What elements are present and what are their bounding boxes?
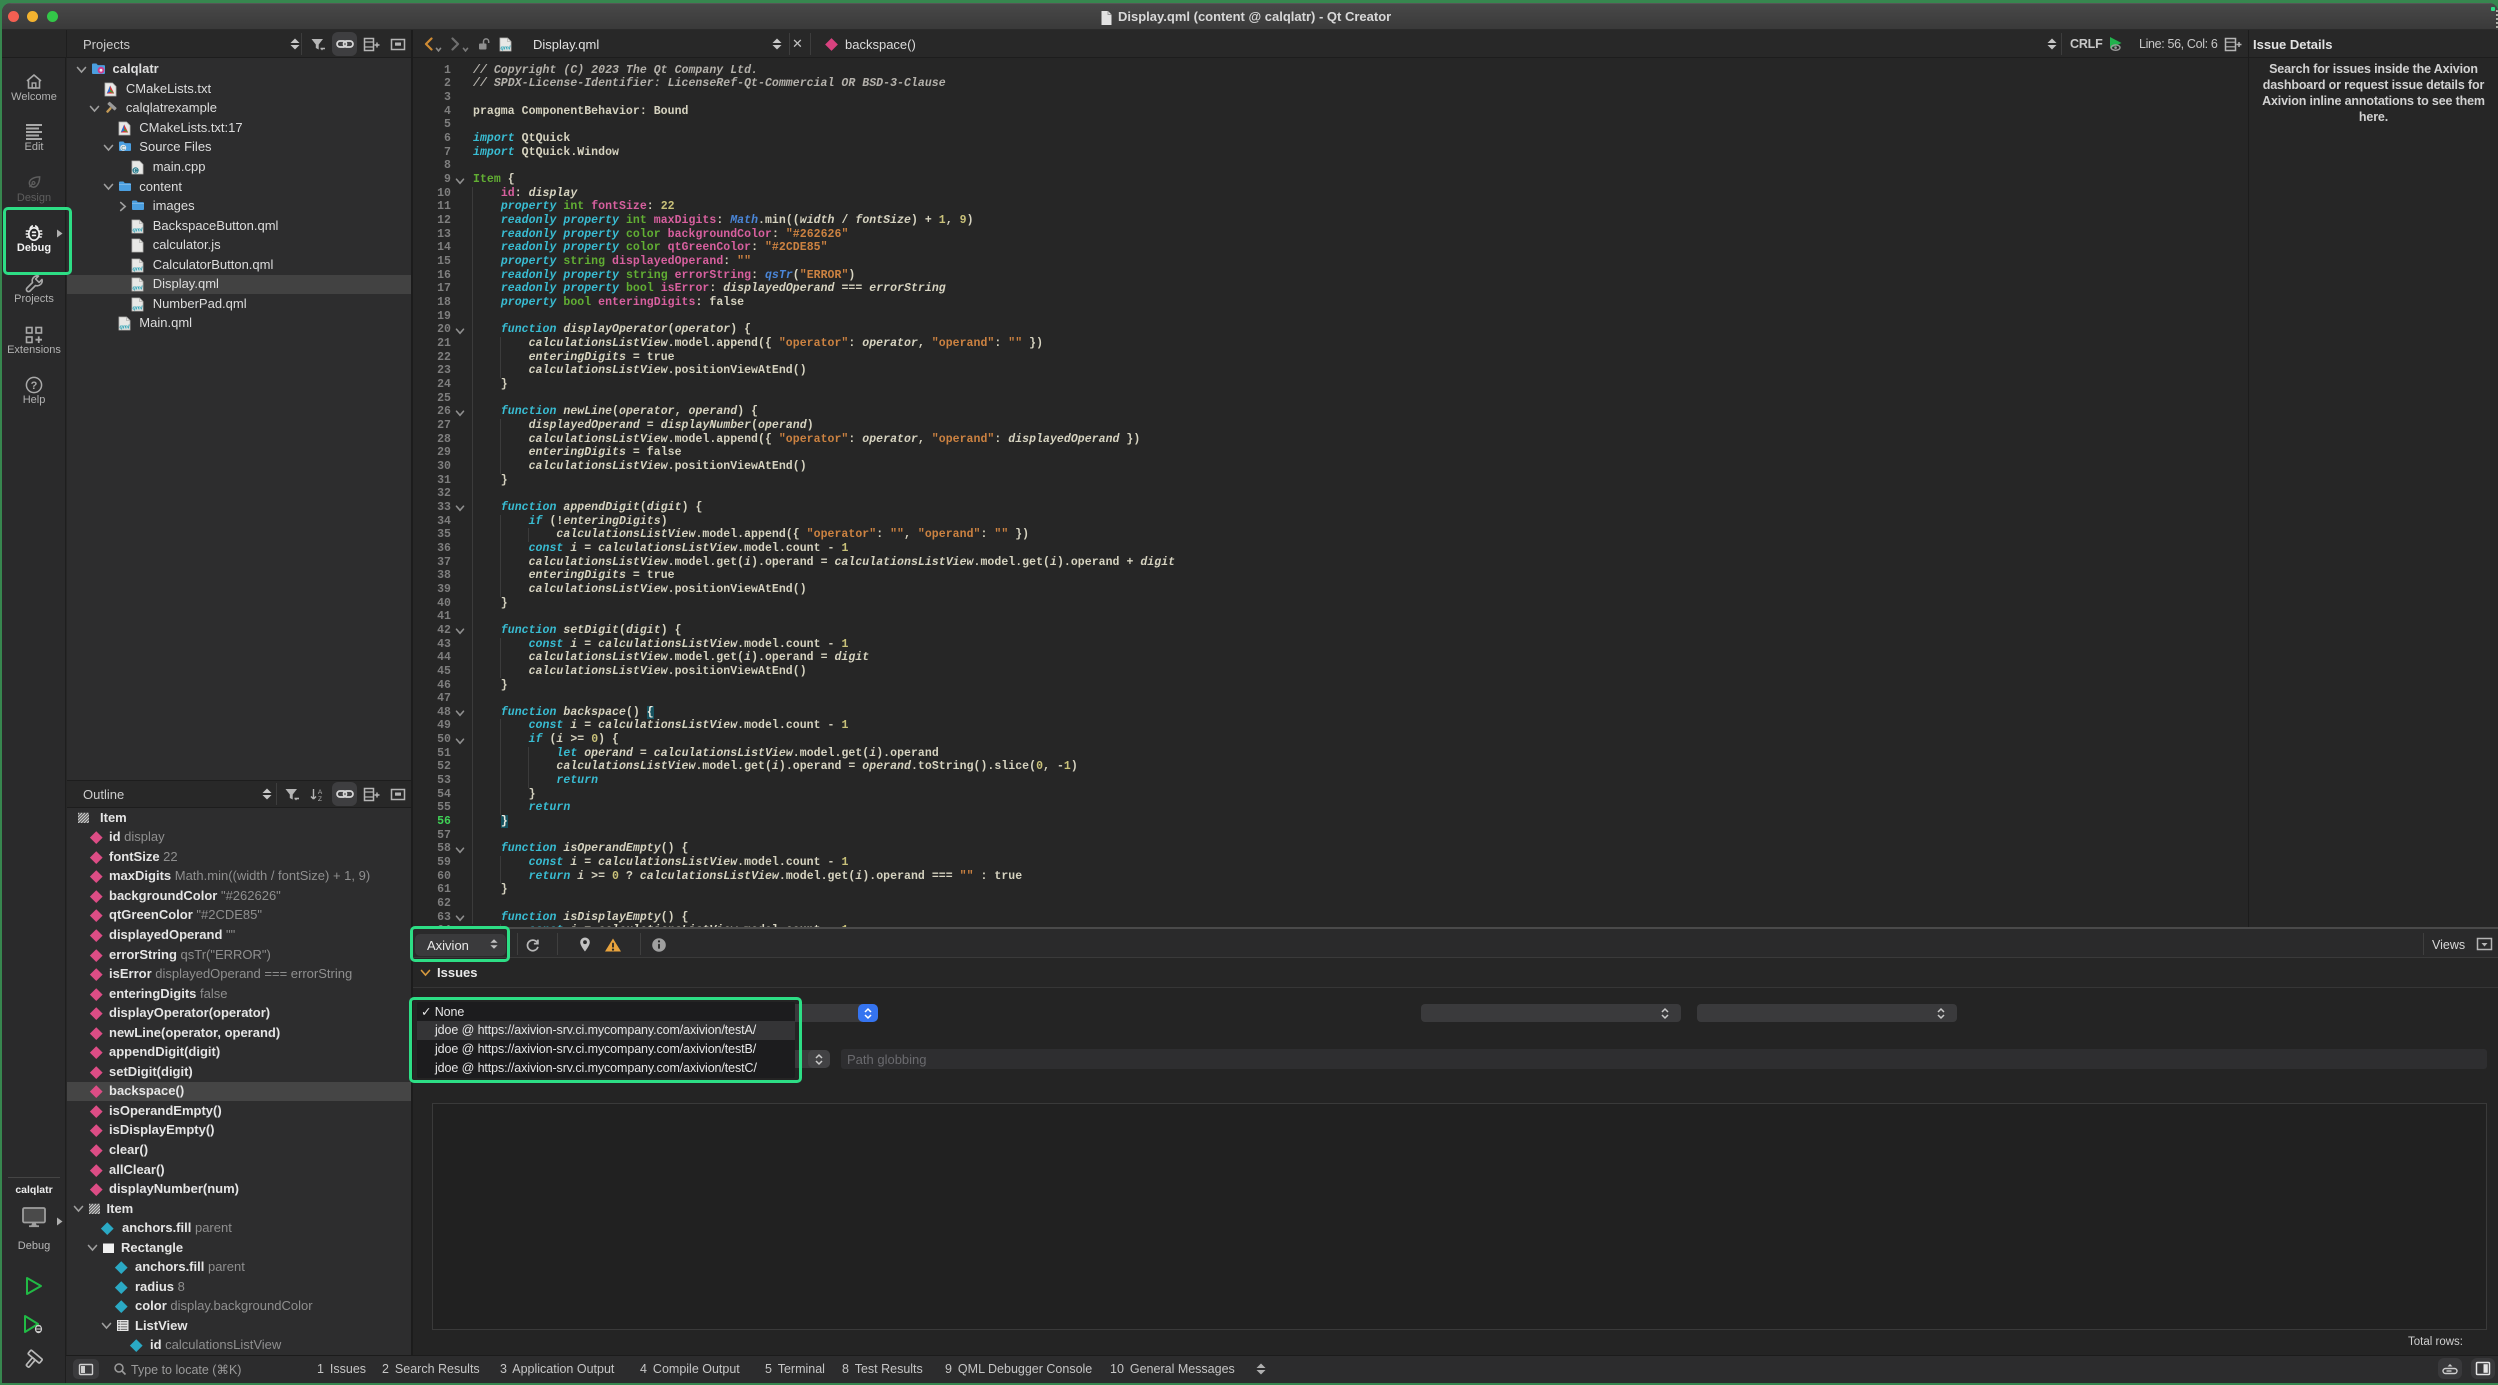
svg-text:qml: qml [133,286,143,292]
svg-text:Z: Z [318,796,322,802]
svg-text:qml: qml [133,266,143,272]
svg-text:qml: qml [133,227,143,233]
svg-text:C: C [134,169,138,175]
svg-text:qml: qml [119,325,129,331]
svg-text:qml: qml [501,45,511,51]
svg-text:qml: qml [133,305,143,311]
svg-text:C: C [121,146,125,152]
svg-text:A: A [318,789,323,796]
svg-text:?: ? [31,380,38,392]
